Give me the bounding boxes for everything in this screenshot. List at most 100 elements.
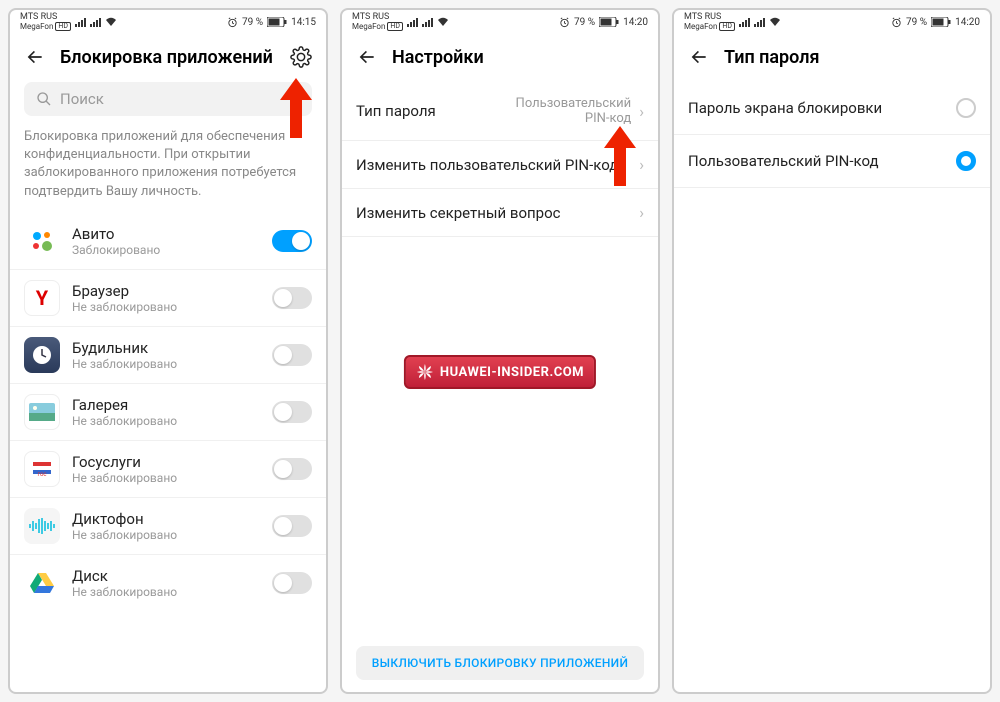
app-icon-avito [24,223,60,259]
back-button[interactable] [356,46,378,68]
setting-label: Тип пароля [356,102,493,120]
disable-applock-button[interactable]: ВЫКЛЮЧИТЬ БЛОКИРОВКУ ПРИЛОЖЕНИЙ [356,646,644,680]
search-placeholder: Поиск [60,90,104,108]
app-row-drive[interactable]: Диск Не заблокировано [10,555,326,611]
signal-icon-2 [90,18,101,27]
app-row-avito[interactable]: Авито Заблокировано [10,213,326,270]
app-icon-dictaphone [24,508,60,544]
phone-screen-applock: MTS RUS MegaFonHD 79 % 14:15 Блокировка … [8,8,328,694]
carrier-2: MegaFon [20,23,53,31]
app-name: Будильник [72,339,260,357]
chevron-right-icon: › [639,203,644,222]
app-row-clock[interactable]: Будильник Не заблокировано [10,327,326,384]
header: Блокировка приложений [10,34,326,82]
toggle-dictaphone[interactable] [272,515,312,537]
wifi-icon [105,17,117,27]
toggle-gosuslugi[interactable] [272,458,312,480]
hd-badge: HD [387,22,403,31]
battery-percent: 79 % [242,17,263,28]
radio-label: Пользовательский PIN-код [688,152,946,170]
app-status: Не заблокировано [72,585,260,599]
signal-icon [75,18,86,27]
app-status: Не заблокировано [72,300,260,314]
status-bar: MTS RUS MegaFonHD 79 % 14:20 [674,10,990,34]
carrier-2: MegaFon [684,23,717,31]
status-time: 14:20 [623,17,648,28]
setting-row-secret-question[interactable]: Изменить секретный вопрос › [342,189,658,237]
header: Настройки [342,34,658,82]
watermark-badge: HUAWEI-INSIDER.COM [404,355,596,389]
status-time: 14:15 [291,17,316,28]
radio-option-custom-pin[interactable]: Пользовательский PIN-код [674,135,990,188]
back-button[interactable] [24,46,46,68]
signal-icon [407,18,418,27]
radio-list: Пароль экрана блокировки Пользовательски… [674,82,990,188]
app-row-browser[interactable]: Y Браузер Не заблокировано [10,270,326,327]
app-name: Авито [72,225,260,243]
search-icon [36,91,52,107]
svg-text:гос: гос [37,471,46,478]
battery-icon [931,17,951,27]
wifi-icon [769,17,781,27]
carrier-1: MTS RUS [20,13,71,22]
app-row-dictaphone[interactable]: Диктофон Не заблокировано [10,498,326,555]
app-status: Не заблокировано [72,528,260,542]
app-row-gosuslugi[interactable]: гос Госуслуги Не заблокировано [10,441,326,498]
toggle-browser[interactable] [272,287,312,309]
header: Тип пароля [674,34,990,82]
app-name: Браузер [72,282,260,300]
page-title: Тип пароля [724,47,976,68]
toggle-gallery[interactable] [272,401,312,423]
chevron-right-icon: › [639,102,644,121]
radio-selected-icon [956,151,976,171]
alarm-icon [227,17,238,28]
radio-option-lockscreen-password[interactable]: Пароль экрана блокировки [674,82,990,135]
back-button[interactable] [688,46,710,68]
description-text: Блокировка приложений для обеспечения ко… [10,128,326,213]
settings-button[interactable] [290,46,312,68]
battery-percent: 79 % [574,17,595,28]
battery-icon [599,17,619,27]
setting-label: Изменить пользовательский PIN-код [356,156,631,174]
app-row-gallery[interactable]: Галерея Не заблокировано [10,384,326,441]
alarm-icon [559,17,570,28]
status-bar: MTS RUS MegaFonHD 79 % 14:20 [342,10,658,34]
app-icon-yandex: Y [24,280,60,316]
annotation-arrow [280,78,312,138]
app-icon-gallery [24,394,60,430]
app-icon-gosuslugi: гос [24,451,60,487]
alarm-icon [891,17,902,28]
app-status: Заблокировано [72,243,260,257]
carrier-1: MTS RUS [352,13,403,22]
setting-value: Пользовательский PIN-код [501,96,631,126]
signal-icon-2 [422,18,433,27]
radio-unselected-icon [956,98,976,118]
app-name: Галерея [72,396,260,414]
carrier-1: MTS RUS [684,13,735,22]
signal-icon-2 [754,18,765,27]
toggle-drive[interactable] [272,572,312,594]
setting-label: Изменить секретный вопрос [356,204,631,222]
app-status: Не заблокировано [72,471,260,485]
app-name: Госуслуги [72,453,260,471]
page-title: Настройки [392,47,644,68]
app-status: Не заблокировано [72,414,260,428]
search-input[interactable]: Поиск [24,82,312,116]
status-bar: MTS RUS MegaFonHD 79 % 14:15 [10,10,326,34]
phone-screen-settings: MTS RUS MegaFonHD 79 % 14:20 Настройки Т… [340,8,660,694]
battery-icon [267,17,287,27]
app-name: Диск [72,567,260,585]
toggle-clock[interactable] [272,344,312,366]
wifi-icon [437,17,449,27]
toggle-avito[interactable] [272,230,312,252]
signal-icon [739,18,750,27]
status-time: 14:20 [955,17,980,28]
app-icon-clock [24,337,60,373]
hd-badge: HD [719,22,735,31]
phone-screen-password-type: MTS RUS MegaFonHD 79 % 14:20 Тип пароля … [672,8,992,694]
app-name: Диктофон [72,510,260,528]
app-icon-drive [24,565,60,601]
app-list[interactable]: Авито Заблокировано Y Браузер Не заблоки… [10,213,326,692]
battery-percent: 79 % [906,17,927,28]
app-status: Не заблокировано [72,357,260,371]
